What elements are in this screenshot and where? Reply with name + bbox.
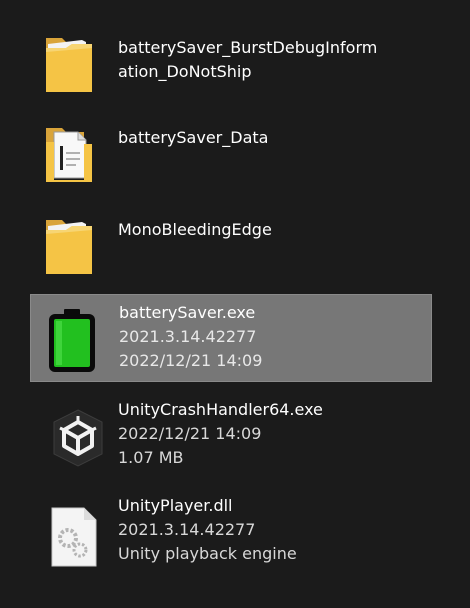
file-item-burst-debug-folder[interactable]: batterySaver_BurstDebugInform ation_DoNo…: [30, 26, 432, 108]
file-name: batterySaver_Data: [118, 128, 269, 147]
file-item-unity-player-dll[interactable]: UnityPlayer.dll 2021.3.14.42277 Unity pl…: [30, 492, 432, 582]
file-modified-date: 2022/12/21 14:09: [118, 424, 262, 443]
file-item-mono-folder[interactable]: MonoBleedingEdge: [30, 212, 432, 286]
file-name-line-2: ation_DoNotShip: [118, 62, 252, 81]
file-list: batterySaver_BurstDebugInform ation_DoNo…: [0, 0, 470, 608]
file-size: 1.07 MB: [118, 448, 184, 467]
file-version: 2021.3.14.42277: [119, 327, 257, 346]
file-name: MonoBleedingEdge: [118, 220, 272, 239]
folder-icon: [44, 32, 100, 94]
file-text: UnityPlayer.dll 2021.3.14.42277 Unity pl…: [118, 494, 424, 566]
file-version: 2021.3.14.42277: [118, 520, 256, 539]
file-text: batterySaver.exe 2021.3.14.42277 2022/12…: [119, 301, 423, 373]
file-name: UnityCrashHandler64.exe: [118, 400, 323, 419]
folder-document-icon: [44, 122, 100, 184]
file-item-data-folder[interactable]: batterySaver_Data: [30, 118, 432, 194]
file-item-battery-saver-exe[interactable]: batterySaver.exe 2021.3.14.42277 2022/12…: [30, 294, 432, 382]
dll-gears-icon: [48, 506, 100, 568]
file-text: batterySaver_Data: [118, 126, 424, 150]
file-text: UnityCrashHandler64.exe 2022/12/21 14:09…: [118, 398, 424, 470]
file-description: Unity playback engine: [118, 544, 297, 563]
battery-icon: [47, 309, 97, 373]
file-item-crash-handler-exe[interactable]: UnityCrashHandler64.exe 2022/12/21 14:09…: [30, 392, 432, 480]
file-modified-date: 2022/12/21 14:09: [119, 351, 263, 370]
folder-icon: [44, 214, 100, 276]
file-name-line-1: batterySaver_BurstDebugInform: [118, 38, 378, 57]
file-text: MonoBleedingEdge: [118, 218, 424, 242]
file-name: UnityPlayer.dll: [118, 496, 233, 515]
unity-logo-icon: [50, 408, 106, 468]
file-text: batterySaver_BurstDebugInform ation_DoNo…: [118, 36, 424, 84]
file-name: batterySaver.exe: [119, 303, 256, 322]
